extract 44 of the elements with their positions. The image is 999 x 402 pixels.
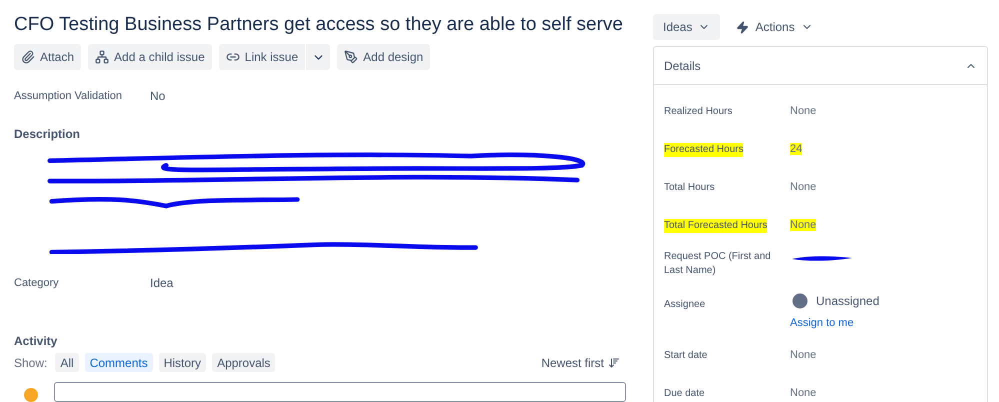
filter-tab[interactable]: All xyxy=(55,353,79,372)
detail-label: Assignee xyxy=(664,298,706,312)
paperclip-icon xyxy=(21,50,35,64)
filter-tab[interactable]: Approvals xyxy=(212,353,276,372)
toolbar-button[interactable]: Add design xyxy=(337,44,430,70)
lightning-icon xyxy=(736,20,750,34)
detail-value: None xyxy=(790,386,816,398)
comment-field[interactable] xyxy=(54,382,626,402)
field-label: Assumption Validation xyxy=(14,88,124,104)
section-heading: Description xyxy=(14,126,82,143)
filter-tab[interactable]: History xyxy=(158,353,206,372)
toolbar-button[interactable]: Add a child issue xyxy=(88,44,212,70)
sort-icon xyxy=(608,356,620,368)
toolbar-button[interactable]: Attach xyxy=(14,44,82,70)
issue-title: CFO Testing Business Partners get access so they are able to self serve xyxy=(14,13,624,37)
detail-value: 24 xyxy=(790,143,802,155)
filter-tab[interactable]: Comments xyxy=(84,353,153,372)
pen-icon xyxy=(344,50,358,64)
detail-label: Total Hours xyxy=(664,181,715,195)
detail-label: Due date xyxy=(664,386,705,400)
section-heading: Activity xyxy=(14,333,58,350)
detail-value: Unassigned xyxy=(816,293,880,310)
actions-button[interactable]: Actions xyxy=(730,14,819,40)
user-avatar xyxy=(24,388,38,402)
dropdown-button[interactable] xyxy=(306,44,330,70)
detail-value: None xyxy=(790,181,816,193)
detail-label: Realized Hours xyxy=(664,105,732,119)
sort-button[interactable]: Newest first xyxy=(541,354,620,372)
detail-label: Total Forecasted Hours xyxy=(664,219,768,233)
assign-to-me-link[interactable]: Assign to me xyxy=(790,315,977,332)
toolbar-button[interactable]: Link issue xyxy=(218,44,306,70)
hierarchy-icon xyxy=(95,50,110,64)
field-value: Idea xyxy=(150,275,174,292)
detail-label: Request POC (First and Last Name) xyxy=(664,250,772,278)
detail-value: None xyxy=(790,219,816,231)
detail-label: Start date xyxy=(664,348,708,362)
status-button[interactable]: Ideas xyxy=(653,14,720,40)
show-label: Show: xyxy=(14,354,48,372)
field-value: No xyxy=(150,88,166,105)
field-label: Category xyxy=(14,276,60,291)
detail-value: None xyxy=(790,348,816,360)
panel-title: Details xyxy=(664,58,701,74)
avatar-icon xyxy=(790,291,810,311)
detail-value: None xyxy=(790,105,816,117)
